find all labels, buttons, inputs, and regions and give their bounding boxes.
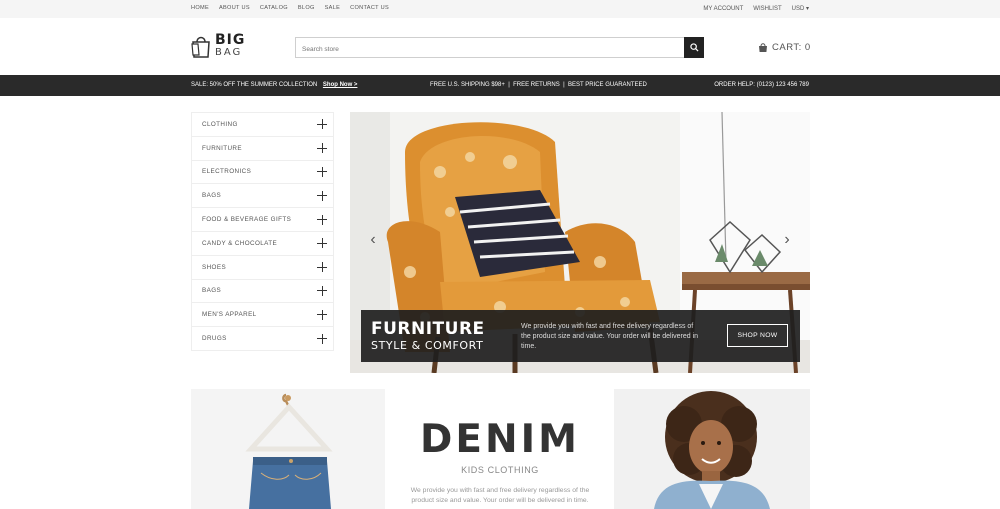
cart-bag-icon bbox=[759, 43, 767, 52]
plus-icon[interactable] bbox=[317, 166, 327, 177]
girl-portrait-image bbox=[614, 389, 810, 509]
shopping-bag-icon bbox=[191, 34, 211, 58]
order-help: ORDER HELP: (0123) 123 456 789 bbox=[714, 82, 809, 88]
top-nav-contact-us[interactable]: CONTACT US bbox=[350, 5, 389, 11]
plus-icon[interactable] bbox=[317, 143, 327, 154]
my-account-link[interactable]: MY ACCOUNT bbox=[703, 6, 743, 12]
plus-icon[interactable] bbox=[317, 214, 327, 225]
category-label: BAGS bbox=[202, 192, 222, 200]
hero-title: FURNITURE bbox=[371, 319, 485, 339]
kids-model-image[interactable] bbox=[614, 389, 810, 509]
slider-next-arrow[interactable]: › bbox=[780, 230, 794, 250]
top-nav-blog[interactable]: BLOG bbox=[298, 5, 315, 11]
category-label: ELECTRONICS bbox=[202, 168, 252, 176]
plus-icon[interactable] bbox=[317, 190, 327, 201]
category-label: BAGS bbox=[202, 287, 222, 295]
plus-icon[interactable] bbox=[317, 119, 327, 130]
category-item-candy-chocolate[interactable]: CANDY & CHOCOLATE bbox=[192, 232, 333, 256]
hero-slider: ‹ › FURNITURE STYLE & COMFORT We provide… bbox=[350, 112, 810, 373]
search-input[interactable] bbox=[296, 40, 681, 59]
top-nav-about-us[interactable]: ABOUT US bbox=[219, 5, 250, 11]
category-item-bags-2[interactable]: BAGS bbox=[192, 280, 333, 304]
shop-now-link[interactable]: Shop Now > bbox=[323, 82, 358, 88]
category-item-shoes[interactable]: SHOES bbox=[192, 256, 333, 280]
category-item-drugs[interactable]: DRUGS bbox=[192, 327, 333, 351]
denim-subtitle: KIDS CLOTHING bbox=[461, 465, 539, 475]
plus-icon[interactable] bbox=[317, 333, 327, 344]
plus-icon[interactable] bbox=[317, 238, 327, 249]
category-label: FOOD & BEVERAGE GIFTS bbox=[202, 216, 292, 224]
top-nav-home[interactable]: HOME bbox=[191, 5, 209, 11]
search-button[interactable] bbox=[684, 37, 704, 58]
hero-description: We provide you with fast and free delive… bbox=[521, 323, 699, 350]
plus-icon[interactable] bbox=[317, 285, 327, 296]
category-sidebar: CLOTHING FURNITURE ELECTRONICS BAGS FOOD… bbox=[191, 112, 334, 351]
search-bar bbox=[295, 37, 704, 59]
currency-value: USD bbox=[791, 6, 805, 12]
denim-promo: DENIM KIDS CLOTHING We provide you with … bbox=[395, 420, 605, 506]
logo-text-small: BAG bbox=[215, 47, 243, 58]
category-label: CANDY & CHOCOLATE bbox=[202, 239, 278, 247]
top-nav-catalog[interactable]: CATALOG bbox=[260, 5, 288, 11]
cart-label: CART: 0 bbox=[772, 42, 811, 53]
sale-text: SALE: 50% OFF THE SUMMER COLLECTION bbox=[191, 82, 318, 88]
category-item-electronics[interactable]: ELECTRONICS bbox=[192, 161, 333, 185]
logo-text-big: BIG bbox=[215, 32, 246, 48]
slider-prev-arrow[interactable]: ‹ bbox=[366, 230, 380, 250]
hero-subtitle: STYLE & COMFORT bbox=[371, 339, 484, 352]
top-right-links: MY ACCOUNT WISHLIST USD ▾ bbox=[703, 5, 809, 13]
category-item-mens-apparel[interactable]: MEN'S APPAREL bbox=[192, 303, 333, 328]
top-utility-bar: HOME ABOUT US CATALOG BLOG SALE CONTACT … bbox=[0, 0, 1000, 18]
category-label: DRUGS bbox=[202, 335, 227, 343]
category-label: SHOES bbox=[202, 263, 227, 271]
site-logo[interactable]: BIG BAG bbox=[191, 33, 245, 58]
shop-now-button[interactable]: SHOP NOW bbox=[727, 324, 788, 347]
top-nav: HOME ABOUT US CATALOG BLOG SALE CONTACT … bbox=[191, 5, 389, 11]
plus-icon[interactable] bbox=[317, 309, 327, 320]
denim-description: We provide you with fast and free delive… bbox=[410, 487, 590, 504]
jeans-on-hanger-image bbox=[191, 389, 385, 509]
category-label: CLOTHING bbox=[202, 120, 238, 128]
promo-bar: SALE: 50% OFF THE SUMMER COLLECTION Shop… bbox=[0, 75, 1000, 96]
denim-title: DENIM bbox=[420, 417, 580, 462]
category-item-furniture[interactable]: FURNITURE bbox=[192, 137, 333, 161]
search-icon bbox=[689, 43, 699, 52]
chevron-down-icon: ▾ bbox=[805, 6, 809, 12]
category-item-clothing[interactable]: CLOTHING bbox=[192, 113, 333, 137]
plus-icon[interactable] bbox=[317, 262, 327, 273]
kids-jeans-image[interactable] bbox=[191, 389, 385, 509]
hero-caption-panel: FURNITURE STYLE & COMFORT We provide you… bbox=[361, 310, 800, 362]
category-item-bags[interactable]: BAGS bbox=[192, 184, 333, 209]
category-label: MEN'S APPAREL bbox=[202, 311, 257, 319]
cart-button[interactable]: CART: 0 bbox=[758, 42, 811, 53]
top-nav-sale[interactable]: SALE bbox=[325, 5, 341, 11]
currency-select[interactable]: USD ▾ bbox=[792, 5, 809, 12]
sale-announcement: SALE: 50% OFF THE SUMMER COLLECTION Shop… bbox=[191, 82, 357, 88]
category-item-food-beverage-gifts[interactable]: FOOD & BEVERAGE GIFTS bbox=[192, 208, 333, 232]
category-label: FURNITURE bbox=[202, 144, 242, 152]
wishlist-link[interactable]: WISHLIST bbox=[753, 6, 781, 12]
shipping-info: FREE U.S. SHIPPING $98+ | FREE RETURNS |… bbox=[430, 82, 647, 88]
